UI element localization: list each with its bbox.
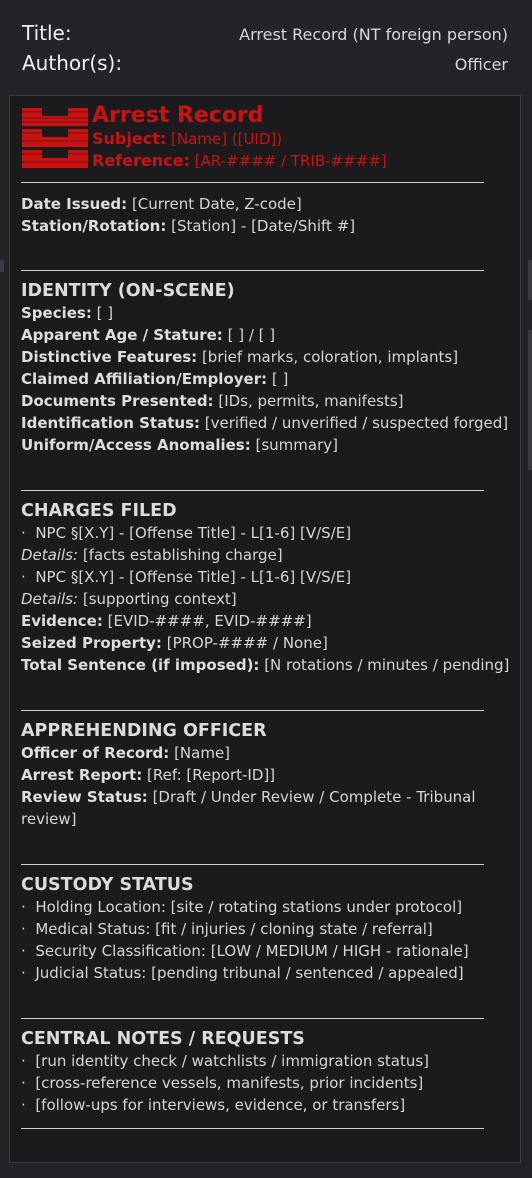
- custody-item: Security Classification: [LOW / MEDIUM /…: [21, 940, 511, 962]
- identity-heading: IDENTITY (ON-SCENE): [21, 281, 235, 301]
- notes-item: [run identity check / watchlists / immig…: [21, 1050, 511, 1072]
- identity-field: Distinctive Features: [brief marks, colo…: [21, 346, 511, 368]
- identity-field: Identification Status: [verified / unver…: [21, 412, 511, 434]
- date-issued-value: [Current Date, Z-code]: [131, 195, 302, 213]
- section-divider: [21, 270, 484, 271]
- station-line: Station/Rotation: [Station] - [Date/Shif…: [21, 215, 511, 237]
- reference-value: [AR-#### / TRIB-####]: [194, 152, 387, 170]
- custody-item: Holding Location: [site / rotating stati…: [21, 896, 511, 918]
- total-sentence-value: [N rotations / minutes / pending]: [264, 656, 510, 674]
- officer-of-record-value: [Name]: [174, 744, 231, 762]
- station-label: Station/Rotation:: [21, 217, 167, 235]
- field-value: [ ] / [ ]: [227, 326, 276, 344]
- charge-details: Details: [supporting context]: [21, 588, 511, 610]
- section-divider: [21, 1018, 484, 1019]
- arrest-report-line: Arrest Report: [Ref: [Report-ID]]: [21, 764, 511, 786]
- details-label: Details:: [21, 546, 79, 564]
- authors-label: Author(s):: [22, 51, 123, 75]
- field-label: Distinctive Features:: [21, 348, 198, 366]
- background-window-edge: [528, 260, 532, 300]
- section-divider: [21, 1128, 484, 1129]
- background-window-edge: [528, 330, 532, 470]
- seized-property-value: [PROP-#### / None]: [166, 634, 328, 652]
- identity-section: IDENTITY (ON-SCENE) Species: [ ] Apparen…: [21, 280, 511, 456]
- charge-item: NPC §[X.Y] - [Offense Title] - L[1-6] [V…: [21, 566, 511, 588]
- notes-item: [cross-reference vessels, manifests, pri…: [21, 1072, 511, 1094]
- seized-property-label: Seized Property:: [21, 634, 162, 652]
- field-label: Uniform/Access Anomalies:: [21, 436, 251, 454]
- subject-value: [Name] ([UID]): [171, 130, 283, 148]
- seized-property-line: Seized Property: [PROP-#### / None]: [21, 632, 511, 654]
- arrest-report-value: [Ref: [Report-ID]]: [147, 766, 276, 784]
- arrest-record-document[interactable]: Arrest Record Subject: [Name] ([UID]) Re…: [9, 95, 521, 1163]
- field-value: [ ]: [96, 304, 114, 322]
- subject-label: Subject:: [92, 129, 167, 148]
- authors-value[interactable]: Officer: [455, 55, 508, 74]
- identity-field: Species: [ ]: [21, 302, 511, 324]
- section-divider: [21, 182, 484, 183]
- document-title: Arrest Record: [92, 103, 264, 128]
- review-status-line: Review Status: [Draft / Under Review / C…: [21, 786, 491, 830]
- details-label: Details:: [21, 590, 79, 608]
- officer-section: APPREHENDING OFFICER Officer of Record: …: [21, 720, 511, 830]
- identity-field: Documents Presented: [IDs, permits, mani…: [21, 390, 511, 412]
- charges-heading: CHARGES FILED: [21, 501, 177, 521]
- total-sentence-line: Total Sentence (if imposed): [N rotation…: [21, 654, 511, 676]
- notes-item: [follow-ups for interviews, evidence, or…: [21, 1094, 511, 1116]
- authors-row: Author(s): Officer: [22, 51, 508, 75]
- officer-of-record-label: Officer of Record:: [21, 744, 170, 762]
- issue-section: Date Issued: [Current Date, Z-code] Stat…: [21, 193, 511, 237]
- reference-label: Reference:: [92, 151, 190, 170]
- arrest-report-label: Arrest Report:: [21, 766, 143, 784]
- field-label: Apparent Age / Stature:: [21, 326, 223, 344]
- officer-of-record-line: Officer of Record: [Name]: [21, 742, 511, 764]
- field-value: [summary]: [255, 436, 339, 454]
- header-text: Arrest Record Subject: [Name] ([UID]) Re…: [92, 104, 512, 172]
- evidence-line: Evidence: [EVID-####, EVID-####]: [21, 610, 511, 632]
- notes-section: CENTRAL NOTES / REQUESTS [run identity c…: [21, 1028, 511, 1116]
- evidence-label: Evidence:: [21, 612, 103, 630]
- field-value: [ ]: [271, 370, 289, 388]
- title-row: Title: Arrest Record (NT foreign person): [22, 21, 508, 45]
- notes-heading: CENTRAL NOTES / REQUESTS: [21, 1029, 305, 1049]
- details-value: [supporting context]: [82, 590, 237, 608]
- identity-field: Uniform/Access Anomalies: [summary]: [21, 434, 511, 456]
- custody-item: Judicial Status: [pending tribunal / sen…: [21, 962, 511, 984]
- review-status-label: Review Status:: [21, 788, 148, 806]
- identity-field: Claimed Affiliation/Employer: [ ]: [21, 368, 511, 390]
- section-divider: [21, 864, 484, 865]
- evidence-value: [EVID-####, EVID-####]: [107, 612, 312, 630]
- department-logo-icon: [22, 108, 88, 168]
- background-window-edge: [0, 260, 4, 272]
- field-label: Identification Status:: [21, 414, 201, 432]
- title-value[interactable]: Arrest Record (NT foreign person): [239, 25, 508, 44]
- custody-section: CUSTODY STATUS Holding Location: [site /…: [21, 874, 511, 984]
- field-value: [brief marks, coloration, implants]: [201, 348, 459, 366]
- date-issued-line: Date Issued: [Current Date, Z-code]: [21, 193, 511, 215]
- officer-heading: APPREHENDING OFFICER: [21, 721, 267, 741]
- paper-metadata-bar: Title: Arrest Record (NT foreign person)…: [0, 0, 532, 94]
- custody-heading: CUSTODY STATUS: [21, 875, 194, 895]
- field-label: Documents Presented:: [21, 392, 214, 410]
- identity-field: Apparent Age / Stature: [ ] / [ ]: [21, 324, 511, 346]
- charge-item: NPC §[X.Y] - [Offense Title] - L[1-6] [V…: [21, 522, 511, 544]
- charges-section: CHARGES FILED NPC §[X.Y] - [Offense Titl…: [21, 500, 511, 676]
- field-value: [verified / unverified / suspected forge…: [204, 414, 509, 432]
- field-value: [IDs, permits, manifests]: [218, 392, 404, 410]
- total-sentence-label: Total Sentence (if imposed):: [21, 656, 260, 674]
- title-label: Title:: [22, 21, 72, 45]
- reference-line: Reference: [AR-#### / TRIB-####]: [92, 150, 512, 172]
- charge-details: Details: [facts establishing charge]: [21, 544, 511, 566]
- custody-item: Medical Status: [fit / injuries / clonin…: [21, 918, 511, 940]
- field-label: Species:: [21, 304, 92, 322]
- subject-line: Subject: [Name] ([UID]): [92, 128, 512, 150]
- section-divider: [21, 490, 484, 491]
- station-value: [Station] - [Date/Shift #]: [171, 217, 356, 235]
- section-divider: [21, 710, 484, 711]
- details-value: [facts establishing charge]: [82, 546, 283, 564]
- field-label: Claimed Affiliation/Employer:: [21, 370, 268, 388]
- date-issued-label: Date Issued:: [21, 195, 128, 213]
